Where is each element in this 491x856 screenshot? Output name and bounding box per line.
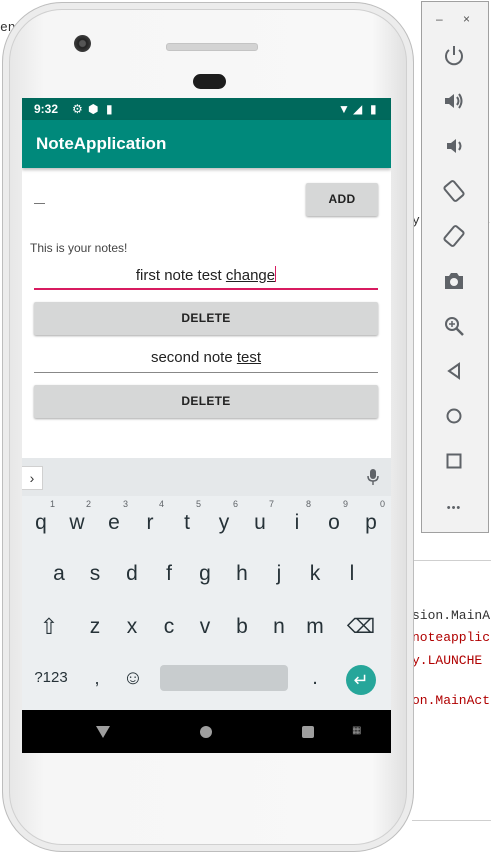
back-icon[interactable] [442,359,466,383]
status-bar: 9:32 ⚙ ⬢ ▮ ▼ ◢ ▮ [22,98,391,120]
minimize-button[interactable]: – [436,12,443,26]
ide-divider [412,560,491,561]
key-z[interactable]: z [78,607,112,647]
shift-key-icon[interactable]: ⇧ [32,607,66,647]
front-camera [74,35,91,52]
home-circle-icon[interactable] [200,726,212,738]
key-d[interactable]: d [115,554,149,594]
navigation-bar: ▦ [22,710,391,753]
notes-label: This is your notes! [30,241,128,255]
code-fragment-3: noteapplic [412,630,491,645]
settings-icon: ⚙ [72,102,83,116]
key-q[interactable]: q1 [24,499,58,543]
code-fragment-2: sion.MainA [412,608,491,623]
wifi-icon: ▼ [338,102,350,116]
backspace-key-icon[interactable]: ⌫ [344,607,378,647]
key-j[interactable]: j [262,554,296,594]
shield-icon: ⬢ [88,102,99,116]
text-cursor [275,266,277,282]
new-note-input[interactable] [34,203,45,204]
note-1-text: first note test [135,267,226,284]
proximity-sensor [193,74,226,89]
keyboard-switch-icon[interactable]: ▦ [352,726,366,736]
key-i[interactable]: i8 [280,499,314,543]
status-time: 9:32 [34,102,59,116]
key-u[interactable]: u7 [243,499,277,543]
key-l[interactable]: l [335,554,369,594]
volume-down-icon[interactable] [442,134,466,158]
note-field-1[interactable]: first note test change [34,266,378,290]
key-m[interactable]: m [298,607,332,647]
cell-signal-icon: ◢ [353,102,363,116]
battery-icon: ▮ [370,102,377,116]
note-2-text: second note [150,349,237,366]
key-a[interactable]: a [42,554,76,594]
key-x[interactable]: x [115,607,149,647]
key-s[interactable]: s [78,554,112,594]
sd-card-icon: ▮ [106,102,113,116]
space-bar[interactable] [160,665,288,691]
key-y[interactable]: y6 [207,499,241,543]
key-f[interactable]: f [152,554,186,594]
comma-key[interactable]: , [80,658,114,698]
home-icon[interactable] [442,404,466,428]
rotate-right-icon[interactable] [442,224,466,248]
key-p[interactable]: p0 [354,499,388,543]
chevron-right-icon[interactable]: › [22,466,43,490]
zoom-icon[interactable] [442,314,466,338]
key-b[interactable]: b [225,607,259,647]
power-icon[interactable] [442,44,466,68]
ide-divider-bottom [412,820,491,821]
note-2-underline [34,372,378,373]
recents-square-icon[interactable] [302,726,314,738]
volume-up-icon[interactable] [442,89,466,113]
key-n[interactable]: n [262,607,296,647]
key-r[interactable]: r4 [133,499,167,543]
period-key[interactable]: . [298,658,332,698]
close-button[interactable]: × [463,12,470,26]
key-v[interactable]: v [188,607,222,647]
rotate-left-icon[interactable] [442,179,466,203]
note-2-underlined-word: test [236,349,262,366]
emulator-toolbar: – × ••• [421,1,489,533]
code-fragment-4: y.LAUNCHE [412,653,483,668]
key-g[interactable]: g [188,554,222,594]
note-1-underline [34,288,378,290]
camera-icon[interactable] [442,269,466,293]
enter-key-icon[interactable]: ↵ [346,665,376,695]
key-t[interactable]: t5 [170,499,204,543]
phone-screen: 9:32 ⚙ ⬢ ▮ ▼ ◢ ▮ NoteApplication ADD Thi… [22,98,391,753]
key-e[interactable]: e3 [97,499,131,543]
key-w[interactable]: w2 [60,499,94,543]
add-button[interactable]: ADD [306,183,378,216]
earpiece-speaker [166,43,258,51]
symbols-key[interactable]: ?123 [28,658,74,698]
more-icon[interactable]: ••• [442,496,466,520]
code-fragment-5: on.MainAct [412,693,491,708]
emoji-key-icon[interactable]: ☺ [116,658,150,698]
app-title: NoteApplication [36,134,167,153]
note-field-2[interactable]: second note test [34,349,378,373]
delete-button-1[interactable]: DELETE [34,302,378,335]
key-k[interactable]: k [298,554,332,594]
back-triangle-icon[interactable] [96,726,110,738]
delete-button-2[interactable]: DELETE [34,385,378,418]
key-o[interactable]: o9 [317,499,351,543]
key-h[interactable]: h [225,554,259,594]
app-bar: NoteApplication [22,120,391,168]
soft-keyboard: › q1 w2 e3 r4 t5 y6 u7 i8 o9 p0 a s d f … [22,458,391,710]
overview-icon[interactable] [442,449,466,473]
keyboard-suggestion-bar: › [22,458,391,496]
microphone-icon[interactable] [365,468,381,486]
note-1-underlined-word: change [225,267,276,284]
key-c[interactable]: c [152,607,186,647]
